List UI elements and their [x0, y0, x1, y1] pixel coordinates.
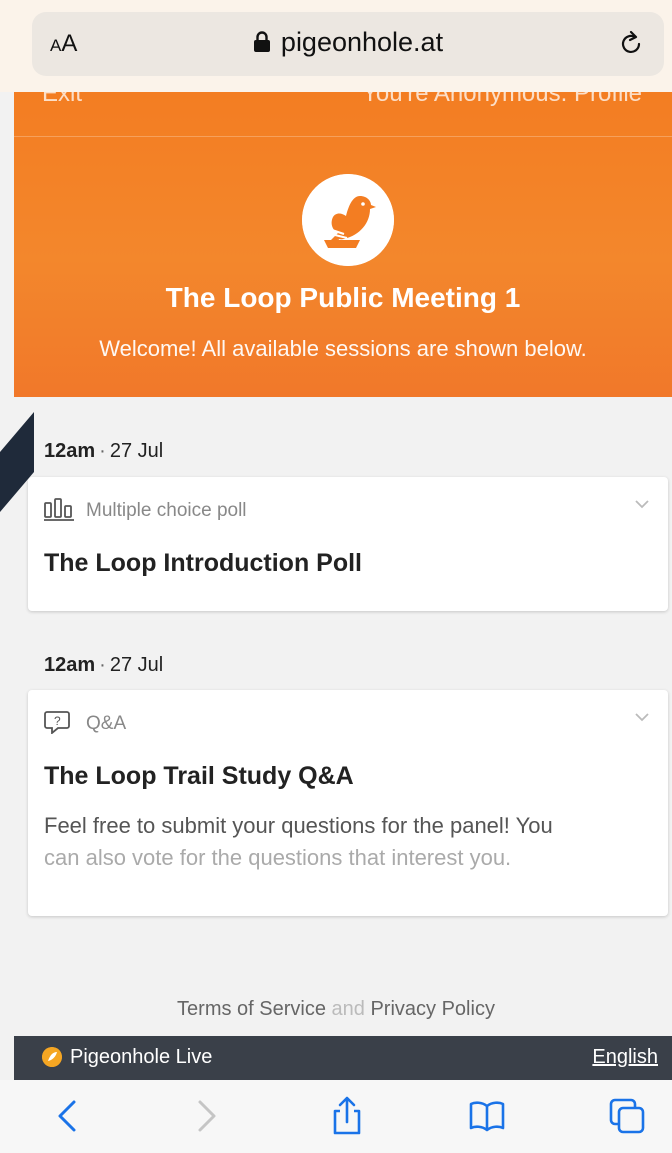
- reload-icon[interactable]: [616, 28, 646, 58]
- poll-icon: [44, 498, 74, 521]
- welcome-text: Welcome! All available sessions are show…: [99, 336, 587, 361]
- chevron-down-icon[interactable]: [634, 499, 650, 509]
- brand-name[interactable]: Pigeonhole Live: [70, 1046, 212, 1069]
- url-text: pigeonhole.at: [280, 27, 444, 57]
- tabs-icon[interactable]: [607, 1096, 647, 1136]
- session-type-label: Q&A: [86, 713, 127, 734]
- event-header: Exit You're Anonymous. Profile The Loop …: [14, 92, 672, 397]
- session-description-line: can also vote for the questions that int…: [44, 845, 512, 870]
- session-time-hour: 12am: [44, 654, 96, 676]
- footer-links: Terms of Service and Privacy Policy: [0, 998, 672, 1021]
- session-time: 12am · 27 Jul: [44, 440, 164, 462]
- pigeonhole-logo-icon: [42, 1047, 62, 1067]
- event-title: The Loop Public Meeting 1: [165, 282, 521, 313]
- lock-icon: [253, 31, 270, 52]
- session-time-hour: 12am: [44, 440, 96, 462]
- forward-icon[interactable]: [186, 1096, 226, 1136]
- browser-toolbar: [0, 1080, 672, 1153]
- url-display[interactable]: pigeonhole.at: [32, 27, 664, 58]
- header-divider: [14, 136, 672, 137]
- address-bar-area: AA pigeonhole.at: [0, 0, 672, 92]
- share-icon[interactable]: [327, 1096, 367, 1136]
- back-icon[interactable]: [48, 1096, 88, 1136]
- session-description-line: Feel free to submit your questions for t…: [44, 813, 553, 838]
- exit-link[interactable]: Exit: [42, 92, 82, 108]
- address-bar[interactable]: AA pigeonhole.at: [32, 12, 664, 76]
- qa-icon: ?: [44, 711, 70, 734]
- pigeon-logo-icon: [302, 174, 394, 266]
- brand-bar: Pigeonhole Live English: [14, 1036, 672, 1080]
- svg-text:?: ?: [54, 714, 61, 728]
- footer-and-text: and: [331, 998, 365, 1020]
- anonymous-profile-link[interactable]: You're Anonymous. Profile: [362, 92, 642, 108]
- session-title[interactable]: The Loop Introduction Poll: [44, 549, 362, 578]
- browser-window: AA pigeonhole.at Exit You're Anonymous. …: [0, 0, 672, 1153]
- session-type-label: Multiple choice poll: [86, 500, 247, 521]
- session-card-poll[interactable]: Multiple choice poll The Loop Introducti…: [28, 477, 668, 611]
- session-title[interactable]: The Loop Trail Study Q&A: [44, 762, 354, 791]
- session-date: 27 Jul: [109, 654, 164, 676]
- session-type: ? Q&A: [44, 710, 126, 735]
- session-type: Multiple choice poll: [44, 497, 247, 522]
- language-link[interactable]: English: [592, 1046, 658, 1069]
- bookmarks-icon[interactable]: [467, 1096, 507, 1136]
- privacy-link[interactable]: Privacy Policy: [370, 998, 494, 1020]
- session-card-qa[interactable]: ? Q&A The Loop Trail Study Q&A Feel free…: [28, 690, 668, 916]
- terms-link[interactable]: Terms of Service: [177, 998, 326, 1020]
- chevron-down-icon[interactable]: [634, 712, 650, 722]
- session-time: 12am · 27 Jul: [44, 654, 164, 676]
- session-date: 27 Jul: [109, 440, 164, 462]
- session-description: Feel free to submit your questions for t…: [44, 810, 638, 874]
